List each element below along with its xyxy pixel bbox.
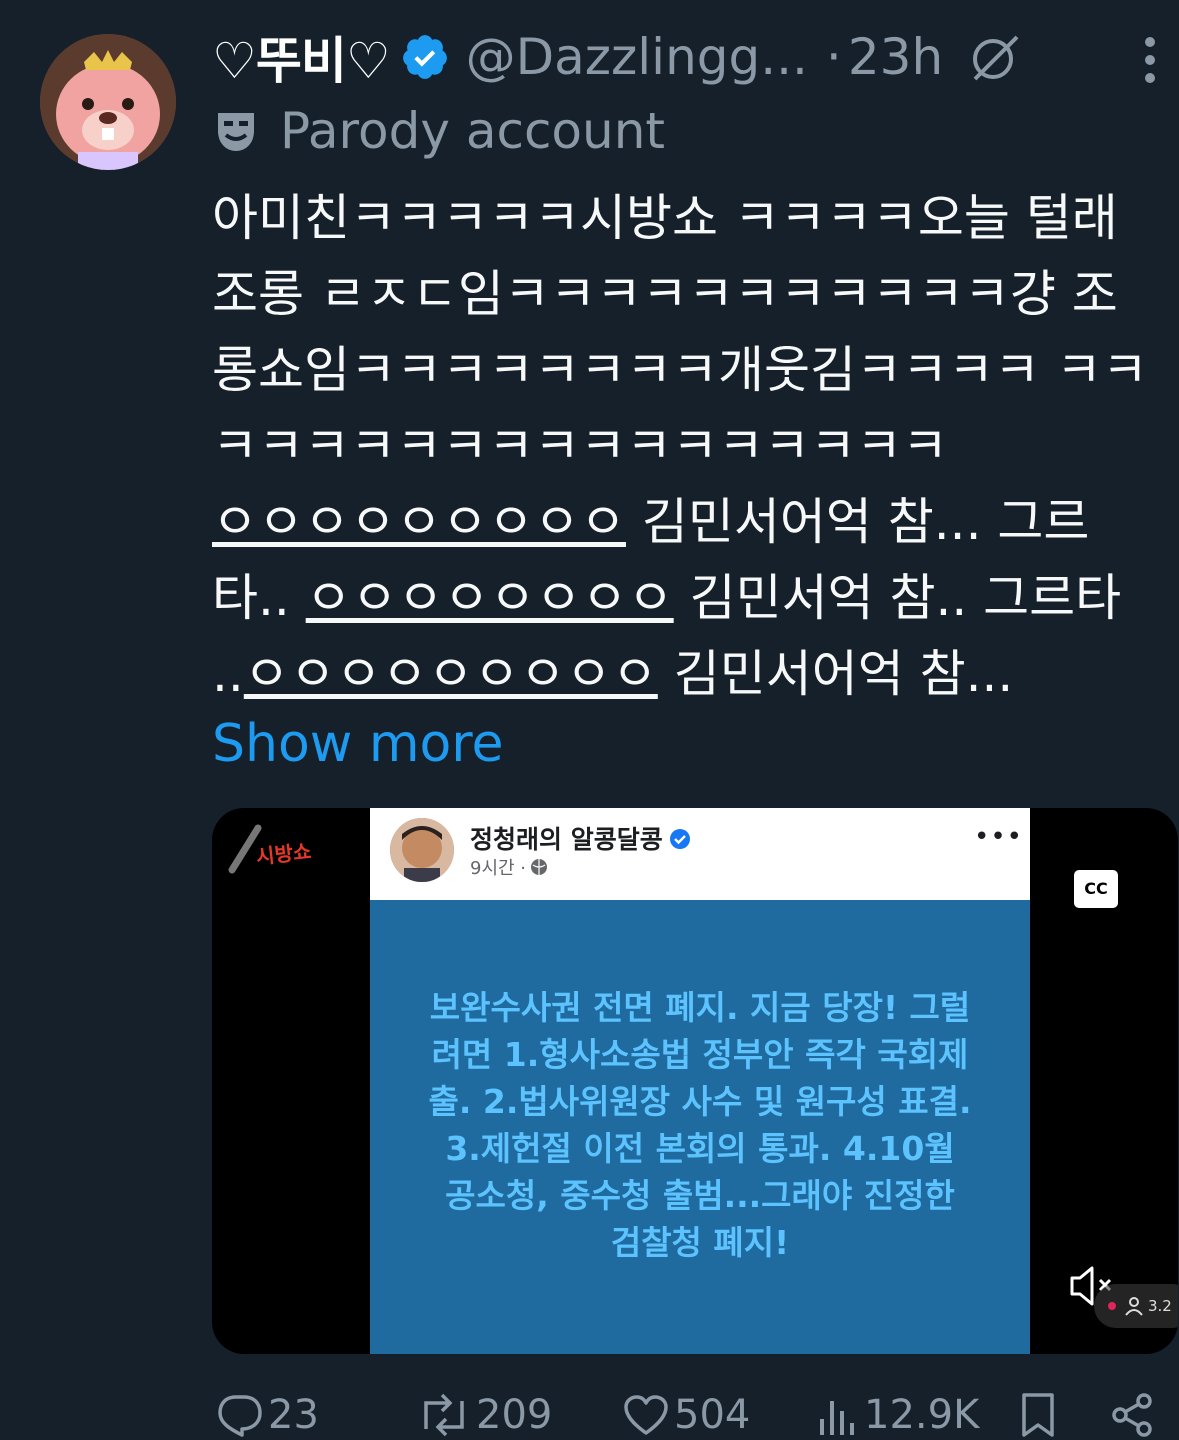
author-handle[interactable]: @Dazzlingg... [466,28,808,86]
fb-avatar [390,818,454,882]
grok-icon[interactable] [967,29,1023,85]
underlined-run: ㅇㅇㅇㅇㅇㅇㅇㅇ [305,569,674,627]
viewer-count: 3.2 [1148,1297,1172,1315]
video-player[interactable]: 시방쇼 정청래의 알콩달콩 9시간 · ••• 보완수사권 전면 폐지. 지금 … [212,808,1178,1354]
display-name[interactable]: ♡뚜비♡ [212,21,391,93]
like-count: 504 [674,1392,751,1438]
repost-icon [416,1393,472,1437]
record-dot [1108,1302,1116,1310]
bookmark-button[interactable] [1014,1390,1058,1440]
underlined-run: ㅇㅇㅇㅇㅇㅇㅇㅇㅇ [243,645,658,703]
fb-body-line: 출. 2.법사위원장 사수 및 원구성 표결. [428,1082,972,1121]
fb-more-icon: ••• [974,822,1024,852]
timestamp[interactable]: 23h [848,28,943,86]
share-button[interactable] [1104,1390,1156,1440]
avatar[interactable] [40,34,176,170]
fb-body-line: 3.제헌절 이전 본회의 통과. 4.10월 [445,1129,955,1168]
fb-post-time-text: 9시간 · [470,858,527,879]
fb-verified-icon [669,827,691,849]
verified-badge-icon[interactable] [400,32,450,82]
bookmark-icon [1018,1391,1058,1439]
reply-icon [216,1393,264,1437]
live-viewers-badge: 3.2 [1094,1284,1178,1328]
tweet-text-fragment: 타.. [212,569,306,627]
like-icon [622,1393,670,1437]
tweet-text-fragment: 김민서어억 참... [657,645,1014,703]
parody-mask-icon [212,107,260,155]
like-button[interactable]: 504 [618,1390,750,1440]
parody-account-label: Parody account [280,102,666,160]
share-icon [1108,1391,1156,1439]
repost-button[interactable]: 209 [412,1390,552,1440]
repost-count: 209 [476,1392,553,1438]
fb-page-name-text: 정청래의 알콩달콩 [470,825,663,854]
views-button[interactable]: 12.9K [812,1390,979,1440]
globe-icon [530,858,548,876]
tweet-text-fragment: 김민서어억 참... 그르 [626,493,1090,551]
tweet-header: ♡뚜비♡ @Dazzlingg... · 23h [212,24,1179,90]
fb-post-time: 9시간 · [470,854,548,880]
tweet-actions: 23 209 504 12.9K [212,1390,1178,1440]
parody-label: Parody account [212,98,665,164]
fb-page-name: 정청래의 알콩달콩 [470,820,691,856]
person-icon [1124,1296,1144,1316]
tweet-text: 아미친ㅋㅋㅋㅋㅋ시방쇼 ㅋㅋㅋㅋ오늘 털래 조롱 ㄹㅈㄷ임ㅋㅋㅋㅋㅋㅋㅋㅋㅋㅋㅋ… [212,180,1162,712]
views-icon [816,1393,860,1437]
reply-button[interactable]: 23 [212,1390,319,1440]
separator-dot: · [825,28,842,86]
more-vertical-icon[interactable] [1138,34,1162,86]
fb-post-body: 보완수사권 전면 폐지. 지금 당장! 그럴 려면 1.형사소송법 정부안 즉각… [370,984,1030,1266]
show-more-link[interactable]: Show more [212,714,504,774]
channel-logo-text: 시방쇼 [255,839,313,869]
fb-body-line: 검찰청 폐지! [610,1223,790,1262]
fb-body-line: 보완수사권 전면 폐지. 지금 당장! 그럴 [429,988,971,1027]
fb-body-line: 공소청, 중수청 출범...그래야 진정한 [445,1176,955,1215]
reply-count: 23 [268,1392,319,1438]
tweet-text-fragment: 김민서억 참.. 그르 [673,569,1076,627]
fb-body-line: 려면 1.형사소송법 정부안 즉각 국회제 [431,1035,969,1074]
facebook-post-screenshot: 정청래의 알콩달콩 9시간 · ••• 보완수사권 전면 폐지. 지금 당장! … [370,808,1030,1354]
views-count: 12.9K [864,1392,980,1438]
tweet-body: 아미친ㅋㅋㅋㅋㅋ시방쇼 ㅋㅋㅋㅋ오늘 털래 조롱 ㄹㅈㄷ임ㅋㅋㅋㅋㅋㅋㅋㅋㅋㅋㅋ… [212,189,1148,475]
cc-icon[interactable]: CC [1074,870,1118,908]
underlined-run: ㅇㅇㅇㅇㅇㅇㅇㅇㅇ [212,493,626,551]
fb-post-header: 정청래의 알콩달콩 9시간 · ••• [370,808,1030,900]
